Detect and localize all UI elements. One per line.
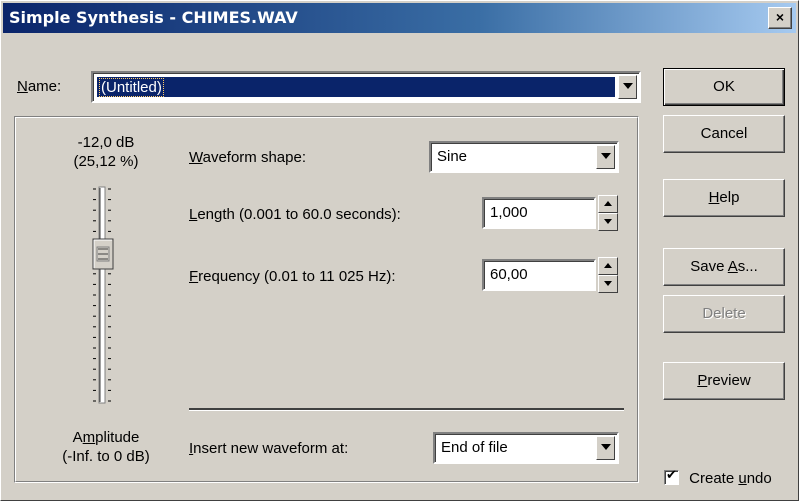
length-input[interactable]: 1,000 <box>482 197 596 229</box>
arrow-down-icon <box>604 219 612 224</box>
amplitude-slider-thumb <box>92 238 114 270</box>
amplitude-slider[interactable] <box>85 185 125 405</box>
length-spinner[interactable] <box>598 195 618 231</box>
ok-button-label: OK <box>713 78 735 95</box>
close-button[interactable]: × <box>768 7 792 29</box>
ok-button[interactable]: OK <box>663 68 785 106</box>
frequency-input[interactable]: 60,00 <box>482 259 596 291</box>
name-label: Name: <box>17 78 62 95</box>
checkmark-icon: ✔ <box>666 468 677 483</box>
cancel-button[interactable]: Cancel <box>663 115 785 153</box>
arrow-up-icon <box>604 201 612 206</box>
simple-synthesis-dialog: Simple Synthesis - CHIMES.WAV × Name: (U… <box>0 0 799 501</box>
amplitude-db-value: -12,0 dB <box>77 134 135 151</box>
chevron-down-icon <box>601 153 611 159</box>
insert-dropdown-button[interactable] <box>596 436 615 460</box>
preview-button[interactable]: Preview <box>663 362 785 400</box>
delete-button-label: Delete <box>702 305 746 322</box>
window-title: Simple Synthesis - CHIMES.WAV <box>9 8 298 27</box>
waveform-shape-select[interactable]: Sine <box>429 141 619 173</box>
amplitude-slider-graphic <box>92 186 114 404</box>
separator <box>189 408 624 411</box>
waveform-shape-value: Sine <box>437 148 468 165</box>
chevron-down-icon <box>623 83 633 89</box>
frequency-label: Frequency (0.01 to 11 025 Hz): <box>189 268 396 285</box>
waveform-shape-label: Waveform shape: <box>189 149 306 166</box>
arrow-down-icon <box>604 281 612 286</box>
length-label: Length (0.001 to 60.0 seconds): <box>189 206 401 223</box>
frequency-spin-down[interactable] <box>598 275 618 293</box>
checkbox-box[interactable]: ✔ <box>664 468 679 485</box>
waveform-dropdown-button[interactable] <box>596 145 615 169</box>
help-button[interactable]: Help <box>663 179 785 217</box>
title-bar[interactable]: Simple Synthesis - CHIMES.WAV × <box>3 3 796 33</box>
name-dropdown-button[interactable] <box>618 75 637 99</box>
insert-position-select[interactable]: End of file <box>433 432 619 464</box>
name-combobox[interactable]: (Untitled) <box>91 71 641 103</box>
amplitude-label: Amplitude (-Inf. to 0 dB) <box>44 428 168 466</box>
frequency-spinner[interactable] <box>598 257 618 293</box>
insert-position-value: End of file <box>441 439 508 456</box>
save-as-button[interactable]: Save As... <box>663 248 785 286</box>
cancel-button-label: Cancel <box>700 125 748 142</box>
amplitude-readout: -12,0 dB (25,12 %) <box>61 133 151 171</box>
create-undo-label: Create undo <box>689 470 772 487</box>
frequency-value: 60,00 <box>490 266 528 283</box>
delete-button[interactable]: Delete <box>663 295 785 333</box>
length-spin-up[interactable] <box>598 195 618 213</box>
amplitude-range: (-Inf. to 0 dB) <box>62 448 150 465</box>
close-icon: × <box>775 9 785 25</box>
create-undo-checkbox[interactable]: ✔ Create undo <box>664 468 772 487</box>
insert-position-label: Insert new waveform at: <box>189 440 349 457</box>
length-spin-down[interactable] <box>598 213 618 231</box>
amplitude-percent-value: (25,12 %) <box>73 153 139 170</box>
frequency-spin-up[interactable] <box>598 257 618 275</box>
length-value: 1,000 <box>490 204 528 221</box>
chevron-down-icon <box>601 444 611 450</box>
name-combobox-value: (Untitled) <box>99 78 164 97</box>
arrow-up-icon <box>604 263 612 268</box>
